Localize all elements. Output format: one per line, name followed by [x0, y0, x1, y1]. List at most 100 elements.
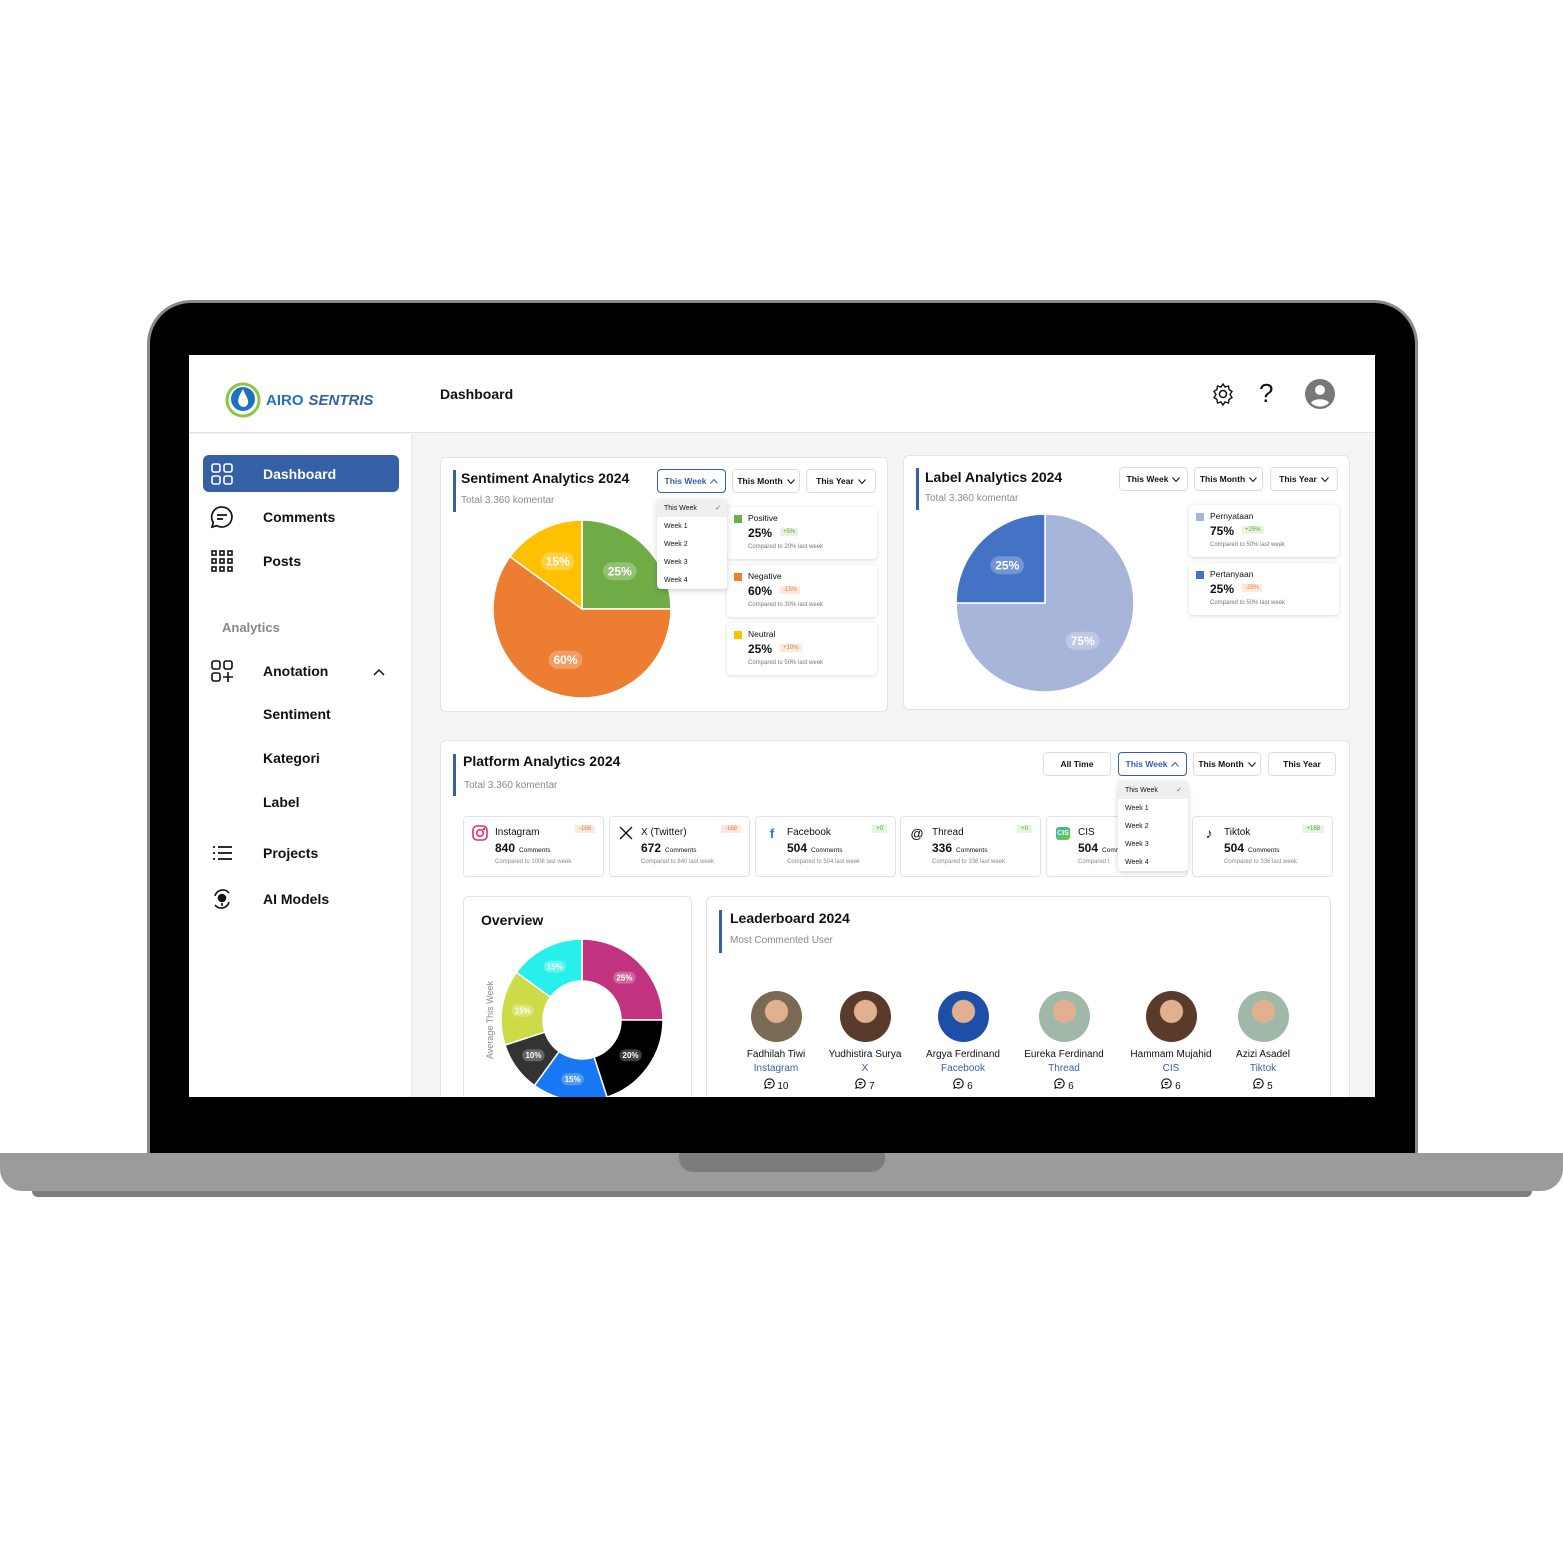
legend-swatch — [734, 515, 742, 523]
week-dropdown-menu: This Week ✓ Week 1 Week 2 Week 3 Week 4 — [657, 499, 727, 589]
option-label: Week 4 — [664, 576, 688, 584]
user-name: Argya Ferdinand — [926, 1049, 1000, 1060]
filter-this-year-button[interactable]: This Year — [1270, 467, 1338, 491]
dropdown-option[interactable]: Week 3 — [657, 553, 727, 571]
platform-name: Tiktok — [1224, 827, 1251, 838]
dropdown-option[interactable]: Week 1 — [1118, 799, 1188, 817]
comment-icon — [953, 1078, 967, 1092]
comment-icon — [763, 1078, 778, 1092]
comment-icon — [1161, 1078, 1175, 1092]
dropdown-option[interactable]: Week 4 — [657, 571, 727, 589]
leaderboard-user[interactable]: Hammam Mujahid CIS 6 — [1121, 991, 1221, 1092]
stat-card: Negative 60% -15% Compared to 30% last week — [727, 565, 877, 617]
stat-percent: 60% — [748, 584, 773, 598]
platform-card-thread[interactable]: @ Thread 336 Comments +0 Compared to 336 last… — [900, 816, 1041, 877]
check-icon: ✓ — [1176, 787, 1182, 794]
threads-icon: @ — [910, 825, 924, 841]
accent-bar — [453, 754, 456, 796]
user-platform[interactable]: Instagram — [726, 1063, 826, 1074]
filter-label: This Week — [1126, 474, 1169, 484]
stat-compare: Compared to 20% last week — [748, 544, 824, 550]
user-platform[interactable]: X — [815, 1063, 915, 1074]
stat-compare: Compared to 50% last week — [1210, 542, 1286, 548]
filter-this-week-button[interactable]: This Week — [1119, 467, 1188, 491]
chevron-down-icon — [1320, 474, 1329, 484]
user-platform[interactable]: CIS — [1121, 1063, 1221, 1074]
platform-count: 504Comments — [1224, 841, 1279, 855]
filter-this-month-button[interactable]: This Month — [732, 469, 800, 493]
platform-card-x[interactable]: X (Twitter) 672 Comments -168 Compared to 84… — [609, 816, 750, 877]
dropdown-option[interactable]: Week 1 — [657, 517, 727, 535]
filter-this-month-button[interactable]: This Month — [1193, 752, 1261, 776]
platform-card-instagram[interactable]: Instagram 840 Comments -168 Compared to 1008… — [463, 816, 604, 877]
stat-compare: Compared to 50% last week — [1210, 600, 1286, 606]
option-label: Week 4 — [1125, 858, 1149, 866]
stat-delta-badge: +25% — [1242, 526, 1264, 534]
count-value: 6 — [1175, 1081, 1181, 1092]
count-value: 504 — [787, 841, 808, 855]
delta-badge: -168 — [720, 825, 741, 833]
user-platform[interactable]: Tiktok — [1213, 1063, 1313, 1074]
filter-this-month-button[interactable]: This Month — [1194, 467, 1263, 491]
comment-icon — [1054, 1078, 1068, 1092]
count-value: 504 — [1224, 841, 1245, 855]
stat-delta-badge: -15% — [780, 586, 801, 594]
leaderboard-user[interactable]: Argya Ferdinand Facebook 6 — [913, 991, 1013, 1092]
platform-subtitle: Total 3.360 komentar — [464, 780, 558, 791]
delta-badge: -168 — [574, 825, 595, 833]
dropdown-option[interactable]: Week 3 — [1118, 835, 1188, 853]
count-value: 672 — [641, 841, 662, 855]
option-label: Week 3 — [1125, 840, 1149, 848]
stat-card: Positive 25% +5% Compared to 20% last week — [727, 507, 877, 559]
stat-name: Pertanyaan — [1210, 569, 1254, 579]
sentiment-title: Sentiment Analytics 2024 — [461, 470, 630, 486]
accent-bar — [453, 470, 456, 512]
instagram-icon — [472, 825, 488, 841]
stat-percent: 25% — [1210, 582, 1235, 596]
user-platform[interactable]: Thread — [1014, 1063, 1114, 1074]
dropdown-option[interactable]: Week 4 — [1118, 853, 1188, 871]
count-value: 5 — [1267, 1081, 1273, 1092]
leaderboard-user[interactable]: Fadhilah Tiwi Instagram 10 — [726, 991, 826, 1092]
label-subtitle: Total 3.360 komentar — [925, 493, 1019, 504]
legend-swatch — [734, 631, 742, 639]
leaderboard-user[interactable]: Azizi Asadel Tiktok 5 — [1213, 991, 1313, 1092]
user-name: Hammam Mujahid — [1130, 1049, 1212, 1060]
filter-this-week-button[interactable]: This Week — [1118, 752, 1187, 776]
user-platform[interactable]: Facebook — [913, 1063, 1013, 1074]
platform-card-facebook[interactable]: f Facebook 504 Comments +0 Compared to 504 la… — [755, 816, 896, 877]
filter-label: This Year — [1283, 759, 1321, 769]
overview-title: Overview — [481, 912, 544, 928]
filter-label: This Week — [664, 476, 707, 486]
dropdown-option[interactable]: Week 2 — [657, 535, 727, 553]
stat-delta-badge: +5% — [780, 528, 799, 536]
filter-label: This Month — [1198, 759, 1244, 769]
platform-name: CIS — [1078, 827, 1095, 838]
count-value: 840 — [495, 841, 516, 855]
filter-this-week-button[interactable]: This Week — [657, 469, 726, 493]
leaderboard-user[interactable]: Eureka Ferdinand Thread 6 — [1014, 991, 1114, 1092]
platform-compare: Compared to 336 last week — [932, 859, 1006, 865]
stat-name: Neutral — [748, 629, 776, 639]
screen: AIRO SENTRIS Dashboard ? Dashboard Comment… — [189, 355, 1375, 1097]
leaderboard-user[interactable]: Yudhistira Surya X 7 — [815, 991, 915, 1092]
cis-icon: CIS — [1055, 825, 1071, 841]
filter-this-year-button[interactable]: This Year — [806, 469, 876, 493]
count-value: 7 — [869, 1081, 875, 1092]
platform-card-tiktok[interactable]: ♪ Tiktok 504 Comments +168 Compared to 336 la… — [1192, 816, 1333, 877]
dropdown-option[interactable]: This Week ✓ — [1118, 781, 1188, 799]
dropdown-option[interactable]: This Week ✓ — [657, 499, 727, 517]
filter-this-year-button[interactable]: This Year — [1268, 752, 1336, 776]
dropdown-option[interactable]: Week 2 — [1118, 817, 1188, 835]
stat-name: Pernyataan — [1210, 511, 1254, 521]
avatar — [1145, 991, 1197, 1042]
delta-badge: +0 — [1017, 825, 1032, 833]
count-unit: Comments — [811, 847, 843, 854]
stat-percent: 25% — [748, 526, 773, 540]
user-name: Azizi Asadel — [1236, 1049, 1290, 1060]
option-label: This Week — [664, 504, 697, 512]
filter-label: This Year — [1279, 474, 1317, 484]
platform-count: 840 Comments — [495, 841, 550, 855]
filter-label: This Week — [1125, 759, 1168, 769]
filter-all-time-button[interactable]: All Time — [1043, 752, 1111, 776]
